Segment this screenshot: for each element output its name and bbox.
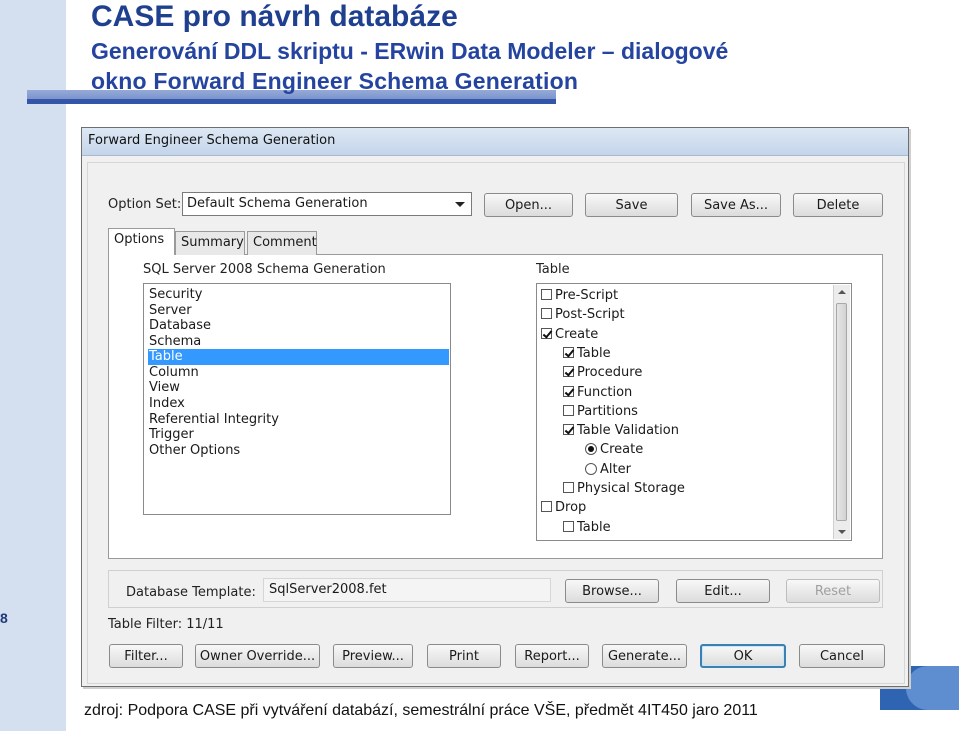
tree-row[interactable]: Table <box>563 345 611 363</box>
tree-row-label: Function <box>577 384 633 400</box>
cancel-button[interactable]: Cancel <box>799 644 885 668</box>
tab-options[interactable]: Options <box>108 228 175 255</box>
page-number: 8 <box>0 610 8 626</box>
open-button[interactable]: Open... <box>484 193 573 217</box>
checkbox[interactable] <box>563 404 574 416</box>
tree-row[interactable]: Drop <box>541 499 586 517</box>
schema-generation-header: SQL Server 2008 Schema Generation <box>143 262 386 277</box>
table-options-tree[interactable]: Pre-Script Post-Script Create Table Procedur… <box>536 283 852 541</box>
tree-row-label: Alter <box>600 461 631 477</box>
tree-row[interactable]: Create <box>541 326 598 344</box>
tree-row[interactable]: Table <box>563 519 611 537</box>
tree-row[interactable]: Table Validation <box>563 422 679 440</box>
tree-row[interactable]: Create <box>585 441 643 459</box>
chevron-down-icon <box>455 202 465 207</box>
scroll-thumb[interactable] <box>836 303 847 521</box>
dialog-titlebar[interactable]: Forward Engineer Schema Generation <box>82 128 908 156</box>
db-template-field[interactable]: SqlServer2008.fet <box>263 578 551 602</box>
reset-button[interactable]: Reset <box>786 579 880 603</box>
title-underline-bar-dark <box>27 99 556 104</box>
option-set-dropdown[interactable]: Default Schema Generation <box>182 192 472 216</box>
checkbox[interactable] <box>541 327 552 339</box>
db-template-value: SqlServer2008.fet <box>269 582 387 597</box>
delete-button[interactable]: Delete <box>793 193 883 217</box>
tree-row[interactable]: Alter <box>585 461 631 479</box>
tree-row[interactable]: Physical Storage <box>563 480 685 498</box>
checkbox[interactable] <box>541 501 552 513</box>
tree-scrollbar[interactable] <box>833 285 850 539</box>
radio-button[interactable] <box>585 443 597 456</box>
scroll-up-icon[interactable] <box>838 290 846 294</box>
preview-button[interactable]: Preview... <box>333 644 413 668</box>
tab-comment[interactable]: Comment <box>247 231 317 255</box>
slide-left-band <box>0 0 66 731</box>
list-item[interactable]: Column <box>148 365 449 381</box>
tree-row[interactable]: Function <box>563 384 632 402</box>
report-button[interactable]: Report... <box>515 644 589 668</box>
slide-subtitle-line1: Generování DDL skriptu - ERwin Data Mode… <box>91 38 729 64</box>
radio-button[interactable] <box>585 462 597 475</box>
tab-summary[interactable]: Summary <box>175 231 245 255</box>
tree-row[interactable]: Partitions <box>563 403 638 421</box>
checkbox[interactable] <box>563 366 574 378</box>
tree-row-label: Table <box>577 519 611 535</box>
tree-row-label: Procedure <box>577 365 643 381</box>
checkbox[interactable] <box>563 482 574 493</box>
list-item[interactable]: Trigger <box>148 427 449 443</box>
scroll-down-icon[interactable] <box>838 530 846 534</box>
slide-corner-arc <box>906 666 959 710</box>
tree-row[interactable]: Procedure <box>563 364 642 382</box>
list-item[interactable]: View <box>148 380 449 396</box>
checkbox[interactable] <box>563 385 574 397</box>
dialog-title: Forward Engineer Schema Generation <box>88 133 336 148</box>
dialog-window: Forward Engineer Schema Generation Optio… <box>81 127 909 687</box>
print-button[interactable]: Print <box>427 644 501 668</box>
slide-title: CASE pro návrh databáze <box>91 0 458 33</box>
tree-row-label: Partitions <box>577 403 638 419</box>
owner-override-button[interactable]: Owner Override... <box>195 644 320 668</box>
table-options-header: Table <box>536 262 570 277</box>
tree-row[interactable]: Pre-Script <box>541 287 618 305</box>
checkbox[interactable] <box>563 346 574 358</box>
list-item[interactable]: Server <box>148 303 449 319</box>
list-item-selected[interactable]: Table <box>148 349 449 365</box>
option-set-value: Default Schema Generation <box>187 196 368 211</box>
save-button[interactable]: Save <box>585 193 678 217</box>
table-filter-label: Table Filter: 11/11 <box>108 617 224 632</box>
checkbox[interactable] <box>563 424 574 436</box>
db-template-label: Database Template: <box>126 585 256 600</box>
tree-row-label: Create <box>600 442 644 458</box>
generate-button[interactable]: Generate... <box>602 644 687 668</box>
list-item[interactable]: Security <box>148 287 449 303</box>
source-caption: zdroj: Podpora CASE při vytváření databá… <box>84 702 758 719</box>
slide-subtitle-line2: okno Forward Engineer Schema Generation <box>91 68 579 94</box>
checkbox[interactable] <box>541 308 552 320</box>
list-item[interactable]: Referential Integrity <box>148 412 449 428</box>
tree-row-label: Post-Script <box>555 307 625 323</box>
tree-row-label: Drop <box>555 500 587 516</box>
filter-button[interactable]: Filter... <box>109 644 183 668</box>
save-as-button[interactable]: Save As... <box>691 193 781 217</box>
tree-row-label: Table <box>577 345 611 361</box>
edit-button[interactable]: Edit... <box>676 579 770 603</box>
ok-button[interactable]: OK <box>700 644 786 668</box>
tree-row[interactable]: Post-Script <box>541 306 625 324</box>
list-item[interactable]: Database <box>148 318 449 334</box>
option-set-label: Option Set: <box>108 197 182 212</box>
checkbox[interactable] <box>541 289 552 300</box>
tree-row-label: Pre-Script <box>555 288 619 303</box>
list-item[interactable]: Schema <box>148 334 449 350</box>
browse-button[interactable]: Browse... <box>565 579 659 603</box>
tree-row-label: Physical Storage <box>577 481 685 496</box>
list-item[interactable]: Other Options <box>148 443 449 459</box>
tree-row-label: Create <box>555 326 599 342</box>
checkbox[interactable] <box>563 520 574 532</box>
tree-row-label: Table Validation <box>577 423 679 439</box>
list-item[interactable]: Index <box>148 396 449 412</box>
category-list[interactable]: Security Server Database Schema Table Co… <box>143 283 451 515</box>
